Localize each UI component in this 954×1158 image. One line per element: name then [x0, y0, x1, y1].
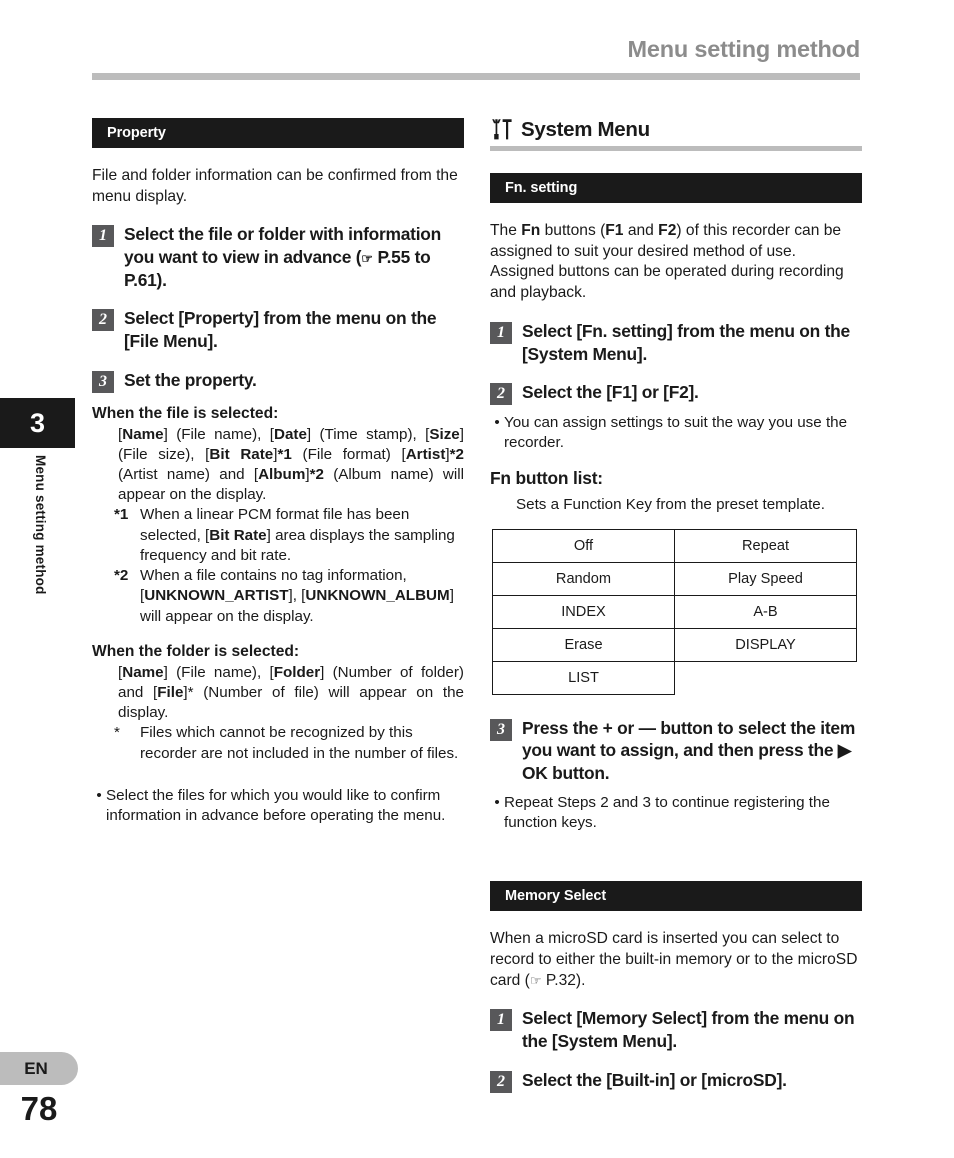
- tools-icon: [490, 118, 514, 141]
- fn-button-table: Off Repeat Random Play Speed INDEX A-B E…: [492, 528, 857, 695]
- step-item: 3 Press the + or — button to select the …: [490, 717, 862, 785]
- table-row: INDEX A-B: [492, 594, 857, 629]
- footnote-item: * Files which cannot be recognized by th…: [114, 723, 464, 763]
- note-item: • You can assign settings to suit the wa…: [490, 413, 862, 453]
- note-item: • Select the files for which you would l…: [92, 786, 464, 826]
- chapter-tab: 3: [0, 398, 75, 448]
- step-item: 1 Select [Memory Select] from the menu o…: [490, 1007, 862, 1052]
- step-text: Set the property.: [124, 369, 257, 390]
- step-text: Select [Property] from the menu on the […: [124, 308, 437, 351]
- property-intro: File and folder information can be confi…: [92, 167, 458, 205]
- table-cell: Random: [492, 561, 675, 596]
- table-cell: DISPLAY: [674, 627, 857, 662]
- table-cell: Repeat: [674, 528, 857, 563]
- chapter-number: 3: [29, 407, 46, 438]
- section-header-property: Property: [92, 118, 464, 148]
- step-number: 2: [92, 309, 114, 332]
- step-number: 3: [92, 370, 114, 393]
- table-row: Off Repeat: [492, 528, 857, 563]
- table-row: LIST: [492, 660, 857, 695]
- footnote-mark: *: [114, 724, 120, 742]
- footnote-mark: *2: [114, 567, 129, 585]
- table-cell: INDEX: [492, 594, 675, 629]
- footnote-mark: *1: [114, 506, 129, 524]
- step-item: 1 Select the file or folder with informa…: [92, 223, 464, 291]
- section-title: Memory Select: [505, 888, 607, 905]
- system-menu-heading: System Menu: [490, 118, 862, 146]
- note-text: Select the files for which you would lik…: [106, 786, 446, 825]
- file-selected-body: [Name] (File name), [Date] (Time stamp),…: [118, 425, 465, 504]
- language-code: EN: [24, 1058, 48, 1078]
- page-header: Menu setting method: [92, 36, 860, 84]
- left-column: Property File and folder information can…: [92, 118, 464, 842]
- bullet-icon: •: [494, 414, 500, 432]
- table-cell: Off: [492, 528, 675, 563]
- table-row: Random Play Speed: [492, 561, 857, 596]
- step-item: 2 Select the [F1] or [F2].: [490, 381, 862, 406]
- footnote-text: Files which cannot be recognized by this…: [140, 724, 459, 762]
- step-text: Select the [F1] or [F2].: [522, 382, 699, 403]
- fn-button-list-heading: Fn button list:: [490, 467, 603, 488]
- step-text: Select [Fn. setting] from the menu on th…: [522, 320, 850, 364]
- footnote-item: *1 When a linear PCM format file has bee…: [114, 505, 464, 566]
- table-row: Erase DISPLAY: [492, 627, 857, 662]
- table-cell: A-B: [674, 594, 857, 629]
- section-title: Property: [107, 125, 166, 141]
- folder-selected-heading: When the folder is selected:: [92, 642, 300, 660]
- table-cell: Play Speed: [674, 561, 857, 596]
- step-item: 1 Select [Fn. setting] from the menu on …: [490, 320, 862, 365]
- step-number: 3: [490, 718, 512, 741]
- bullet-icon: •: [494, 793, 500, 811]
- right-column: System Menu Fn. setting The Fn buttons (…: [490, 118, 862, 1109]
- step-number: 2: [490, 1070, 512, 1093]
- section-header-memory-select: Memory Select: [490, 881, 862, 912]
- step-number: 1: [490, 1009, 512, 1032]
- step-text: Select [Memory Select] from the menu on …: [522, 1008, 855, 1051]
- fn-setting-intro: The Fn buttons (F1 and F2) of this recor…: [490, 222, 844, 302]
- section-title: Fn. setting: [505, 180, 578, 196]
- step-number: 1: [490, 321, 512, 344]
- step-text: Select the file or folder with informati…: [124, 224, 442, 290]
- step-item: 2 Select [Property] from the menu on the…: [92, 307, 464, 352]
- page-number: 78: [20, 1090, 58, 1127]
- footnote-text: When a linear PCM format file has been s…: [140, 506, 455, 564]
- note-item: • Repeat Steps 2 and 3 to continue regis…: [490, 793, 862, 833]
- system-menu-divider: [490, 146, 862, 151]
- fn-button-list-intro: Sets a Function Key from the preset temp…: [516, 495, 825, 513]
- page-title: Menu setting method: [627, 36, 861, 62]
- chapter-side-label: Menu setting method: [33, 455, 48, 595]
- note-text: You can assign settings to suit the way …: [504, 414, 848, 452]
- step-text: Press the + or — button to select the it…: [522, 717, 856, 784]
- table-cell-empty: [675, 661, 857, 694]
- note-text: Repeat Steps 2 and 3 to continue registe…: [504, 793, 830, 831]
- step-item: 3 Set the property.: [92, 369, 464, 393]
- step-number: 1: [92, 225, 114, 248]
- footnote-item: *2 When a file contains no tag informati…: [114, 566, 464, 627]
- bullet-icon: •: [96, 786, 102, 804]
- memory-select-intro: When a microSD card is inserted you can …: [490, 930, 858, 989]
- table-cell: Erase: [492, 627, 675, 662]
- file-selected-heading: When the file is selected:: [92, 404, 279, 422]
- footnote-text: When a file contains no tag information,…: [140, 567, 454, 625]
- step-number: 2: [490, 383, 512, 406]
- table-cell: LIST: [492, 660, 675, 695]
- section-header-fn-setting: Fn. setting: [490, 173, 862, 203]
- step-text: Select the [Built-in] or [microSD].: [522, 1069, 787, 1090]
- step-item: 2 Select the [Built-in] or [microSD].: [490, 1069, 862, 1093]
- system-menu-title: System Menu: [521, 118, 650, 141]
- language-badge: EN: [0, 1052, 78, 1085]
- folder-selected-body: [Name] (File name), [Folder] (Number of …: [118, 663, 464, 722]
- header-divider: [92, 73, 860, 80]
